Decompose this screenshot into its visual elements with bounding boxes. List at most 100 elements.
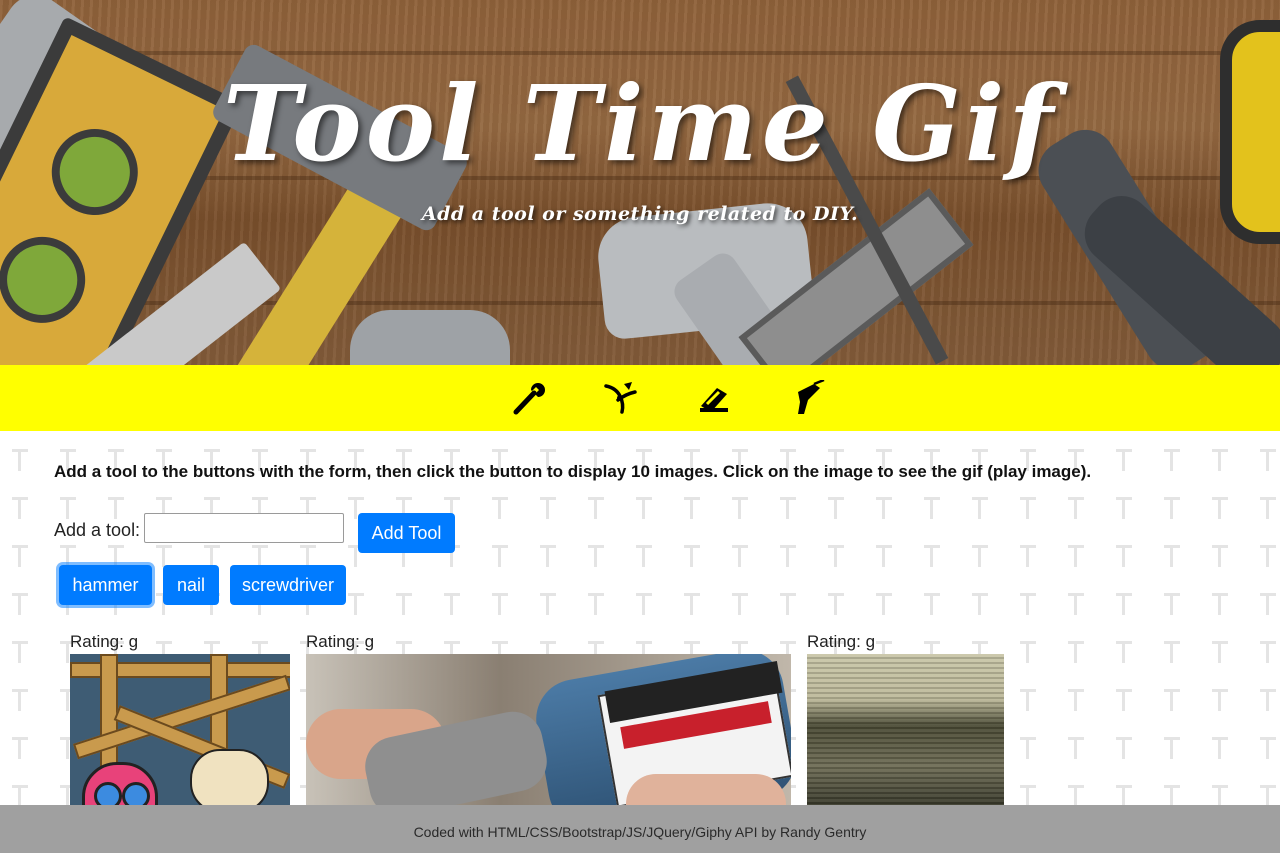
- pattern-tee: [1068, 737, 1084, 759]
- pattern-tee: [1020, 737, 1036, 759]
- pattern-tee: [1068, 545, 1084, 567]
- instructions-text: Add a tool to the buttons with the form,…: [54, 462, 1092, 481]
- pattern-tee: [492, 545, 508, 567]
- pattern-tee: [1116, 449, 1132, 471]
- footer: Coded with HTML/CSS/Bootstrap/JS/JQuery/…: [0, 805, 1280, 853]
- pattern-tee: [12, 449, 28, 471]
- gif-card: Rating: g: [70, 631, 290, 805]
- page-subtitle: Add a tool or something related to DIY.: [421, 203, 859, 225]
- pattern-tee: [1116, 785, 1132, 805]
- pliers-icon: [604, 382, 637, 414]
- pattern-tee: [1020, 785, 1036, 805]
- pattern-tee: [1116, 497, 1132, 519]
- pattern-tee: [156, 545, 172, 567]
- character-eye: [122, 782, 150, 805]
- add-tool-button[interactable]: Add Tool: [358, 513, 455, 553]
- gif-rating: Rating: g: [70, 632, 139, 651]
- pattern-tee: [1212, 449, 1228, 471]
- pattern-tee: [1260, 737, 1276, 759]
- pattern-tee: [1260, 545, 1276, 567]
- gif-still-image[interactable]: [807, 654, 1004, 805]
- pattern-tee: [108, 497, 124, 519]
- pattern-tee: [1164, 785, 1180, 805]
- pattern-tee: [1068, 497, 1084, 519]
- pattern-tee: [444, 593, 460, 615]
- pattern-tee: [1020, 545, 1036, 567]
- pattern-tee: [828, 593, 844, 615]
- pattern-tee: [1212, 641, 1228, 663]
- pattern-tee: [12, 593, 28, 615]
- pattern-tee: [1164, 641, 1180, 663]
- pattern-tee: [684, 497, 700, 519]
- pattern-tee: [1212, 497, 1228, 519]
- pattern-tee: [1260, 593, 1276, 615]
- pattern-tee: [732, 545, 748, 567]
- pattern-tee: [780, 497, 796, 519]
- pattern-tee: [924, 545, 940, 567]
- stapler-icon: [700, 388, 728, 412]
- icon-bar: [0, 365, 1280, 431]
- pattern-tee: [12, 689, 28, 711]
- pattern-tee: [780, 593, 796, 615]
- add-tool-input[interactable]: [144, 513, 344, 543]
- pattern-tee: [1164, 545, 1180, 567]
- pattern-tee: [1212, 737, 1228, 759]
- tool-button-screwdriver[interactable]: screwdriver: [230, 565, 346, 605]
- drill-icon: [798, 380, 825, 414]
- add-tool-label: Add a tool:: [54, 520, 141, 540]
- tool-button-hammer[interactable]: hammer: [59, 565, 152, 605]
- pattern-tee: [684, 593, 700, 615]
- pattern-tee: [1164, 449, 1180, 471]
- pattern-tee: [636, 497, 652, 519]
- pattern-tee: [876, 593, 892, 615]
- gif-card: Rating: g: [807, 631, 1004, 805]
- tool-button-nail[interactable]: nail: [163, 565, 219, 605]
- main-content: Add a tool to the buttons with the form,…: [0, 431, 1280, 805]
- pattern-tee: [1212, 545, 1228, 567]
- gif-still-image[interactable]: [70, 654, 290, 805]
- gif-card: Rating: g: [306, 631, 791, 805]
- level-vial: [0, 222, 100, 338]
- pattern-tee: [780, 545, 796, 567]
- pattern-tee: [876, 497, 892, 519]
- pattern-tee: [1164, 497, 1180, 519]
- pattern-tee: [12, 497, 28, 519]
- pattern-tee: [1164, 737, 1180, 759]
- character-eye: [94, 782, 122, 805]
- hero-banner: Tool Time Gif Add a tool or something re…: [0, 0, 1280, 365]
- pattern-tee: [636, 545, 652, 567]
- pattern-tee: [588, 497, 604, 519]
- pattern-tee: [972, 545, 988, 567]
- pattern-tee: [1116, 737, 1132, 759]
- pattern-tee: [1116, 593, 1132, 615]
- pattern-tee: [1164, 689, 1180, 711]
- pattern-tee: [1260, 449, 1276, 471]
- wrench-icon: [513, 383, 545, 415]
- pattern-tee: [12, 641, 28, 663]
- pattern-tee: [732, 497, 748, 519]
- pattern-tee: [588, 593, 604, 615]
- pattern-tee: [1260, 641, 1276, 663]
- pattern-tee: [12, 737, 28, 759]
- pattern-tee: [348, 593, 364, 615]
- pattern-tee: [1116, 689, 1132, 711]
- pattern-tee: [396, 593, 412, 615]
- pattern-tee: [108, 545, 124, 567]
- gif-rating: Rating: g: [807, 632, 876, 651]
- footer-text: Coded with HTML/CSS/Bootstrap/JS/JQuery/…: [413, 824, 867, 840]
- pattern-tee: [588, 545, 604, 567]
- pattern-tee: [1068, 593, 1084, 615]
- pattern-tee: [1212, 785, 1228, 805]
- pattern-tee: [60, 545, 76, 567]
- pattern-tee: [876, 545, 892, 567]
- pattern-tee: [492, 497, 508, 519]
- gif-still-image[interactable]: [306, 654, 791, 805]
- pattern-tee: [1116, 641, 1132, 663]
- pattern-tee: [1212, 689, 1228, 711]
- page-title: Tool Time Gif: [222, 62, 1058, 185]
- pattern-tee: [636, 593, 652, 615]
- cartoon-character: [190, 749, 269, 805]
- pattern-tee: [924, 497, 940, 519]
- pattern-tee: [828, 545, 844, 567]
- pattern-tee: [1020, 593, 1036, 615]
